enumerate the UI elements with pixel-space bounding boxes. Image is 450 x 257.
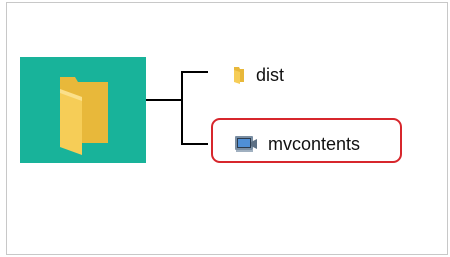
tree-item-label: mvcontents	[268, 133, 361, 154]
folder-icon	[234, 67, 244, 84]
folder-icon	[60, 77, 108, 155]
video-folder-icon	[235, 136, 257, 152]
root-folder-tile	[20, 57, 146, 163]
tree-item-label: dist	[256, 64, 285, 85]
tree-item-mvcontents[interactable]: mvcontents	[234, 131, 360, 157]
tree-item-dist[interactable]: dist	[232, 62, 284, 88]
